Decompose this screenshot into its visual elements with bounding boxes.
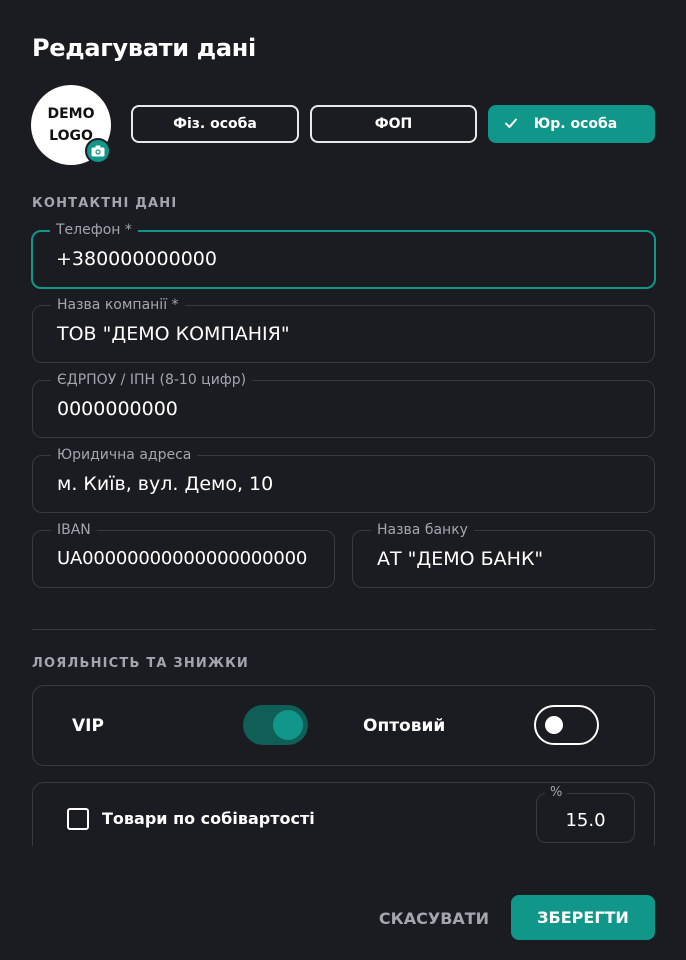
cancel-button[interactable]: СКАСУВАТИ xyxy=(375,897,493,939)
company-name-label: Назва компанії * xyxy=(51,297,185,313)
iban-field[interactable]: IBAN UA00000000000000000000 xyxy=(32,522,335,588)
legal-address-label: Юридична адреса xyxy=(51,447,198,463)
phone-label: Телефон * xyxy=(50,222,138,238)
vip-toggle-knob xyxy=(273,710,303,740)
legal-address-field[interactable]: Юридична адреса м. Київ, вул. Демо, 10 xyxy=(32,447,655,513)
type-fop-button[interactable]: ФОП xyxy=(310,105,477,143)
edrpou-label: ЄДРПОУ / ІПН (8-10 цифр) xyxy=(51,372,253,388)
vip-toggle[interactable] xyxy=(243,705,308,745)
phone-input[interactable]: +380000000000 xyxy=(56,248,217,270)
loyalty-section-title: ЛОЯЛЬНІСТЬ ТА ЗНИЖКИ xyxy=(32,656,249,671)
iban-label: IBAN xyxy=(51,522,97,538)
discount-percent-field[interactable]: % 15.0 xyxy=(536,786,635,843)
phone-field[interactable]: Телефон * +380000000000 xyxy=(31,222,656,289)
bank-name-input[interactable]: АТ "ДЕМО БАНК" xyxy=(377,548,543,570)
iban-input[interactable]: UA00000000000000000000 xyxy=(57,548,307,569)
type-legal-entity-label: Юр. особа xyxy=(533,116,618,132)
scroll-fade xyxy=(0,846,686,886)
edrpou-input[interactable]: 0000000000 xyxy=(57,398,178,420)
save-button[interactable]: ЗБЕРЕГТИ xyxy=(511,895,655,940)
section-divider xyxy=(32,629,655,630)
legal-address-input[interactable]: м. Київ, вул. Демо, 10 xyxy=(57,473,273,495)
discount-percent-label: % xyxy=(545,786,568,800)
dialog-title: Редагувати дані xyxy=(32,34,256,62)
type-individual-button[interactable]: Фіз. особа xyxy=(131,105,299,143)
check-icon xyxy=(505,118,517,128)
type-legal-entity-button[interactable]: Юр. особа xyxy=(488,105,655,143)
discount-percent-input[interactable]: 15.0 xyxy=(537,810,634,831)
type-individual-label: Фіз. особа xyxy=(173,116,257,132)
bank-name-label: Назва банку xyxy=(371,522,474,538)
logo-text-line1: DEMO xyxy=(47,106,95,122)
type-fop-label: ФОП xyxy=(374,116,413,132)
company-name-input[interactable]: ТОВ "ДЕМО КОМПАНІЯ" xyxy=(57,323,290,345)
contacts-section-title: КОНТАКТНІ ДАНІ xyxy=(32,196,178,211)
company-name-field[interactable]: Назва компанії * ТОВ "ДЕМО КОМПАНІЯ" xyxy=(32,297,655,363)
wholesale-label: Оптовий xyxy=(363,716,446,736)
wholesale-toggle-knob xyxy=(545,716,563,734)
bank-name-field[interactable]: Назва банку АТ "ДЕМО БАНК" xyxy=(352,522,655,588)
edrpou-field[interactable]: ЄДРПОУ / ІПН (8-10 цифр) 0000000000 xyxy=(32,372,655,438)
vip-label: VIP xyxy=(72,716,104,736)
wholesale-toggle[interactable] xyxy=(534,705,599,745)
cost-price-label: Товари по собівартості xyxy=(102,809,315,828)
edit-dialog: Редагувати дані DEMO LOGO Фіз. особа ФОП… xyxy=(0,0,686,960)
camera-icon[interactable] xyxy=(85,138,111,164)
cost-price-checkbox[interactable] xyxy=(67,808,89,830)
